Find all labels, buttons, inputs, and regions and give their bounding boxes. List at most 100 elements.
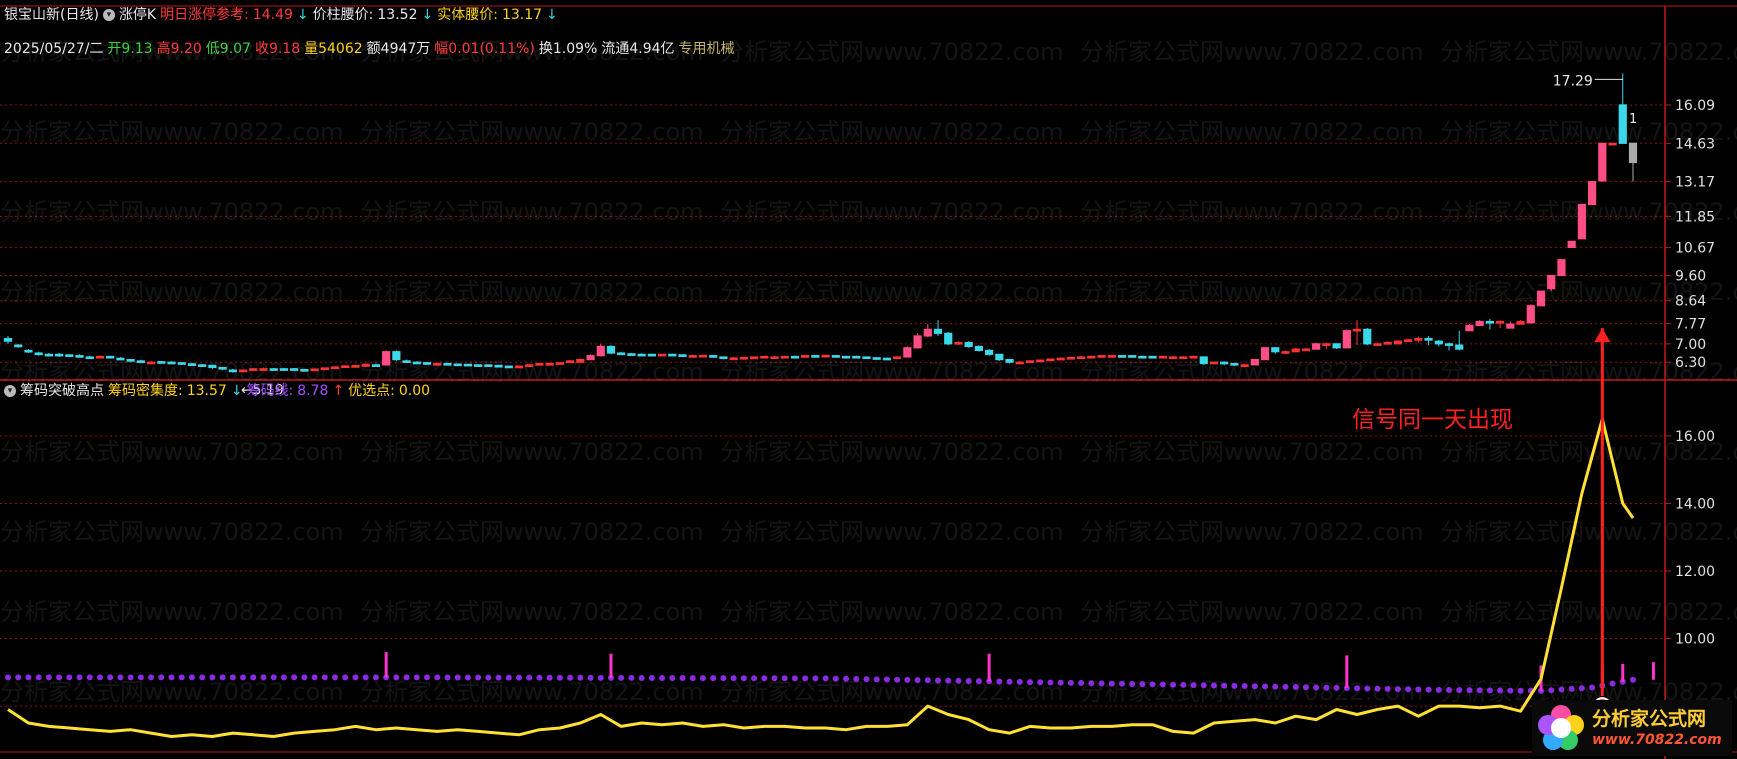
candle-body (1220, 361, 1229, 365)
chip-dot (1210, 682, 1217, 689)
candle-body (770, 356, 779, 360)
chip-dot (802, 675, 809, 682)
chip-dot (699, 675, 706, 682)
main-tick-label: 8.64 (1675, 294, 1706, 310)
candle-body (1056, 357, 1065, 361)
watermark-text: 分析家公式网www.70822.com (1080, 38, 1424, 66)
high-label: 高 (156, 41, 171, 57)
chip-dot (1435, 686, 1442, 693)
candle-body (1475, 320, 1484, 327)
chip-dot (342, 674, 349, 681)
candle-body (187, 363, 197, 366)
chip-dot (1016, 678, 1023, 685)
candle-body (852, 355, 861, 359)
chip-dot (76, 674, 83, 681)
candle-body (1005, 359, 1014, 363)
chip-dot (209, 674, 216, 681)
candle-body (1404, 339, 1413, 342)
chip-dot (1323, 684, 1330, 691)
chip-dot (1497, 687, 1504, 694)
candle-body (341, 365, 350, 369)
chip-dot (689, 675, 696, 682)
candle-body (913, 335, 922, 349)
chip-dot (219, 674, 226, 681)
chip-dot (464, 674, 471, 681)
chevron-down-icon[interactable]: ▾ (4, 385, 16, 397)
candle-body (657, 353, 667, 357)
chip-dot (1486, 687, 1493, 694)
candle-body (1076, 356, 1086, 360)
candle-body (719, 356, 728, 360)
candle-body (1557, 259, 1566, 277)
candle-body (1015, 361, 1024, 365)
chip-dot (883, 676, 890, 683)
candle-body (1128, 355, 1137, 358)
candle-body (729, 357, 738, 361)
body-price-label: 价柱腰价: (312, 7, 374, 23)
candle-body (535, 362, 544, 366)
chip-dot (240, 674, 247, 681)
watermark-text: 分析家公式网www.70822.com (360, 518, 704, 546)
stock-name[interactable]: 银宝山新(日线) (4, 6, 99, 24)
chip-dot (1200, 682, 1207, 689)
chip-dot (1466, 687, 1473, 694)
chip-dot (536, 674, 543, 681)
main-tick-label: 10.67 (1675, 240, 1715, 256)
watermark-text: 分析家公式网www.70822.com (720, 438, 1064, 466)
spike-bar (987, 653, 991, 682)
chip-dot (1476, 687, 1483, 694)
chip-dot (137, 674, 144, 681)
chip-dot (1118, 680, 1125, 687)
candle-body (106, 355, 115, 359)
candle-body (1107, 355, 1116, 358)
candle-body (504, 365, 513, 369)
chip-dot (332, 674, 339, 681)
candle-body (1168, 356, 1178, 360)
chip-dot (424, 674, 431, 681)
volume-label: 量 (304, 41, 319, 57)
chip-dot (475, 674, 482, 681)
chip-dot (1333, 684, 1340, 691)
chip-dot (1384, 685, 1391, 692)
main-tick-label: 16.09 (1675, 98, 1715, 114)
candle-body (831, 355, 840, 358)
candle-body (1342, 330, 1351, 349)
sub-y-axis: 16.0014.0012.0010.008.00 (1665, 429, 1715, 715)
candle-body (647, 353, 656, 357)
logo-url: www.70822.com (1592, 732, 1722, 748)
entity-price-value: 13.17 (501, 7, 543, 23)
candle-body (1608, 142, 1617, 146)
indicator-name[interactable]: 涨停K (119, 6, 156, 24)
quote-bar: 2025/05/27/二 开 9.13 高 9.20 低 9.07 收 9.18 量 54… (4, 40, 739, 58)
chip-dot (546, 674, 553, 681)
sub-indicator-name[interactable]: 筹码突破高点 (20, 382, 104, 400)
candle-body (545, 362, 554, 366)
candle-body (923, 328, 932, 337)
candle-body (361, 363, 370, 367)
chip-dot (229, 674, 236, 681)
candle-body (330, 366, 340, 370)
chip-dot (158, 674, 165, 681)
candle-body (249, 368, 258, 371)
watermark-text: 分析家公式网www.70822.com (360, 438, 704, 466)
candle-body (1455, 344, 1464, 350)
candle-body (371, 364, 381, 367)
candle-body (3, 337, 13, 342)
chevron-down-icon[interactable]: ▾ (102, 9, 115, 21)
chip-dot (1354, 685, 1361, 692)
amount-label: 额 (366, 41, 381, 57)
chip-dot (618, 674, 625, 681)
candle-body (811, 355, 820, 358)
candle-body (678, 354, 687, 357)
watermark-text: 分析家公式网www.70822.com (0, 118, 344, 146)
candle-body (739, 356, 748, 360)
chip-dot (454, 674, 461, 681)
candle-body (463, 363, 472, 367)
sector-label[interactable]: 专用机械 (679, 40, 735, 58)
candle-body (1332, 343, 1341, 349)
candle-body (780, 355, 789, 359)
watermark-text: 分析家公式网www.70822.com (360, 678, 704, 706)
chip-dot (710, 675, 717, 682)
chip-dot (280, 674, 287, 681)
candle-body (85, 356, 94, 360)
